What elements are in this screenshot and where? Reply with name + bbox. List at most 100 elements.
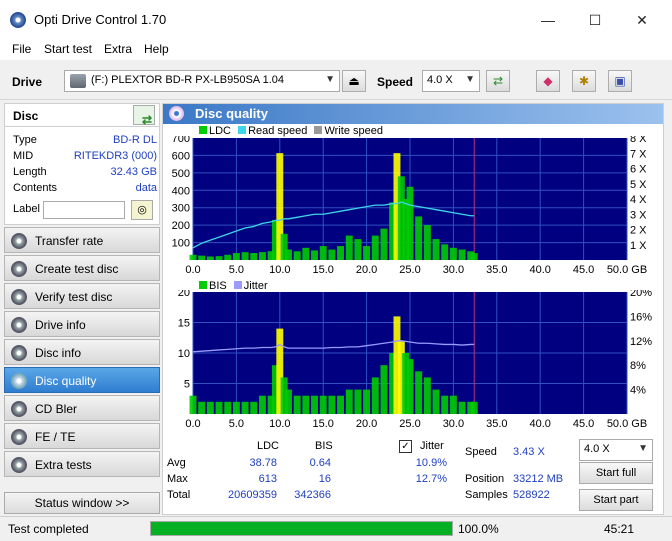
- ldc-bar: [198, 255, 206, 260]
- nav-item-label: Extra tests: [35, 458, 92, 472]
- disc-mid-key: MID: [13, 150, 34, 162]
- bis-bar: [224, 401, 232, 414]
- progress-bar: [150, 521, 453, 536]
- read-speed-swatch: [238, 126, 247, 134]
- x-tick-label: 50.0 GB: [607, 418, 647, 430]
- y-tick-label: 200: [172, 220, 190, 232]
- disc-label-input[interactable]: [43, 201, 125, 219]
- speed-select[interactable]: 4.0 X ▼: [422, 70, 480, 92]
- bis-bar: [241, 401, 249, 414]
- total-ldc-value: 20609359: [228, 489, 277, 501]
- erase-button[interactable]: ◆: [536, 70, 560, 92]
- drive-select-value: (F:) PLEXTOR BD-R PX-LB950SA 1.04: [91, 74, 284, 86]
- disc-mid-value: RITEKDR3 (000): [73, 150, 157, 162]
- nav-item-fe-te[interactable]: FE / TE: [4, 423, 160, 449]
- bis-bar: [302, 395, 310, 414]
- x-tick-label: 50.0 GB: [607, 264, 647, 276]
- nav-item-label: Disc quality: [35, 374, 97, 388]
- disc-contents-value: data: [135, 182, 157, 194]
- minimize-button[interactable]: —: [528, 8, 568, 32]
- start-part-button[interactable]: Start part: [579, 489, 653, 511]
- disc-icon: [11, 429, 27, 445]
- bis-bar: [354, 389, 362, 414]
- start-full-button[interactable]: Start full: [579, 462, 653, 484]
- x-tick-label: 45.0: [573, 264, 594, 276]
- speed-readout-label: Speed: [465, 446, 497, 458]
- bis-bar: [458, 401, 466, 414]
- test-speed-select[interactable]: 4.0 X ▼: [579, 439, 653, 461]
- settings-button[interactable]: ✱: [572, 70, 596, 92]
- maximize-button[interactable]: ☐: [575, 8, 615, 32]
- menu-file[interactable]: File: [12, 42, 31, 56]
- refresh-icon: ⇄: [492, 74, 504, 88]
- ldc-bar: [423, 225, 431, 260]
- save-button[interactable]: ▣: [608, 70, 632, 92]
- samples-value: 528922: [513, 489, 550, 501]
- nav-item-label: Drive info: [35, 318, 86, 332]
- disc-quality-panel: Disc quality LDC Read speed Write speed …: [162, 103, 664, 515]
- menu-help[interactable]: Help: [144, 42, 169, 56]
- disc-icon: [11, 345, 27, 361]
- nav-item-transfer-rate[interactable]: Transfer rate: [4, 227, 160, 253]
- bis-bar: [363, 389, 371, 414]
- y2-tick-label: 8 X: [630, 136, 647, 145]
- bis-bar: [198, 401, 206, 414]
- y2-tick-label: 6 X: [630, 164, 647, 176]
- disc-length-value: 32.43 GB: [110, 166, 157, 178]
- bis-bar: [441, 395, 449, 414]
- nav-item-disc-info[interactable]: Disc info: [4, 339, 160, 365]
- y-tick-label: 400: [172, 185, 190, 197]
- disc-info-row: MID RITEKDR3 (000): [13, 150, 157, 166]
- x-tick-label: 15.0: [312, 264, 333, 276]
- nav-item-label: Disc info: [35, 346, 82, 360]
- status-bar: Test completed 100.0% 45:21: [0, 516, 672, 541]
- refresh-speed-button[interactable]: ⇄: [486, 70, 510, 92]
- chevron-down-icon: ▼: [638, 443, 648, 454]
- drive-select[interactable]: (F:) PLEXTOR BD-R PX-LB950SA 1.04 ▼: [64, 70, 340, 92]
- y2-tick-label: 4%: [630, 385, 646, 397]
- ldc-bar: [250, 253, 258, 260]
- nav-item-label: Verify test disc: [35, 290, 113, 304]
- x-tick-label: 30.0: [443, 418, 464, 430]
- disc-quality-icon: [169, 106, 184, 121]
- speed-select-value: 4.0 X: [427, 74, 453, 86]
- close-button[interactable]: ✕: [622, 8, 662, 32]
- bis-bar: [319, 395, 327, 414]
- nav-item-label: Transfer rate: [35, 234, 104, 248]
- nav-item-create-test-disc[interactable]: Create test disc: [4, 255, 160, 281]
- x-tick-label: 35.0: [486, 264, 507, 276]
- nav-item-disc-quality[interactable]: Disc quality: [4, 367, 160, 393]
- y2-tick-label: 20%: [630, 290, 652, 299]
- nav-item-verify-test-disc[interactable]: Verify test disc: [4, 283, 160, 309]
- nav-item-extra-tests[interactable]: Extra tests: [4, 451, 160, 477]
- drive-label: Drive: [12, 75, 43, 89]
- apply-label-button[interactable]: ◎: [131, 200, 153, 220]
- x-tick-label: 20.0: [356, 418, 377, 430]
- jitter-checkbox[interactable]: ✓: [399, 440, 412, 453]
- x-tick-label: 30.0: [443, 264, 464, 276]
- ldc-bar: [354, 239, 362, 260]
- x-tick-label: 10.0: [269, 264, 290, 276]
- ldc-bar: [319, 246, 327, 260]
- max-jitter-value: 12.7%: [415, 473, 447, 485]
- ldc-bar: [371, 235, 379, 260]
- ldc-bar: [311, 250, 318, 260]
- nav-item-cd-bler[interactable]: CD Bler: [4, 395, 160, 421]
- menu-start-test[interactable]: Start test: [44, 42, 92, 56]
- menu-extra[interactable]: Extra: [104, 42, 132, 56]
- disc-label-key: Label: [13, 203, 40, 215]
- y2-tick-label: 3 X: [630, 209, 647, 221]
- window-title: Opti Drive Control 1.70: [34, 12, 167, 27]
- status-window-button[interactable]: Status window >>: [4, 492, 160, 514]
- ldc-bar: [458, 249, 466, 260]
- eraser-icon: ◆: [543, 74, 553, 88]
- nav-item-drive-info[interactable]: Drive info: [4, 311, 160, 337]
- ldc-bar: [337, 246, 345, 260]
- drive-icon: [70, 74, 86, 88]
- eject-button[interactable]: ⏏: [342, 70, 366, 92]
- disc-header: Disc ⇄: [4, 103, 160, 127]
- refresh-disc-button[interactable]: ⇄: [133, 105, 155, 127]
- bis-bar: [311, 395, 318, 414]
- x-tick-label: 5.0: [229, 264, 244, 276]
- bis-bar: [285, 389, 292, 414]
